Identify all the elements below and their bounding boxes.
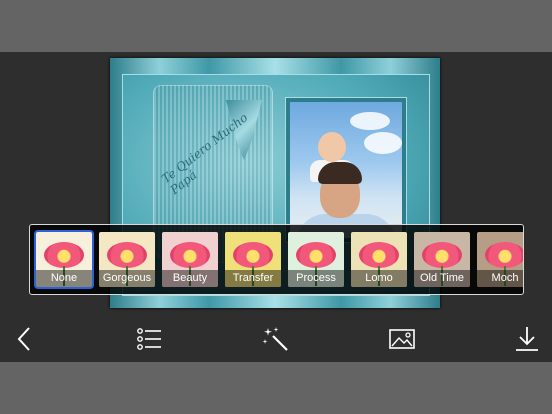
filter-lomo[interactable]: Lomo	[351, 232, 407, 287]
bottom-bar	[0, 362, 552, 414]
filter-gorgeous[interactable]: Gorgeous	[99, 232, 155, 287]
download-icon[interactable]	[512, 324, 542, 354]
dad-hair	[318, 162, 362, 184]
top-bar	[0, 0, 552, 52]
filter-process[interactable]: Process	[288, 232, 344, 287]
filter-strip[interactable]: None Gorgeous Beauty Transfer Process Lo…	[29, 224, 524, 295]
filter-old-time[interactable]: Old Time	[414, 232, 470, 287]
filter-label: Gorgeous	[99, 270, 155, 287]
user-photo[interactable]	[286, 98, 406, 242]
back-chevron-icon[interactable]	[10, 324, 40, 354]
filter-moch[interactable]: Moch	[477, 232, 523, 287]
bottom-toolbar	[0, 314, 552, 362]
filter-label: Transfer	[225, 270, 281, 287]
filter-transfer[interactable]: Transfer	[225, 232, 281, 287]
filter-label: Beauty	[162, 270, 218, 287]
filter-label: Lomo	[351, 270, 407, 287]
filter-beauty[interactable]: Beauty	[162, 232, 218, 287]
list-icon[interactable]	[134, 324, 164, 354]
filter-label: Process	[288, 270, 344, 287]
filter-label: Moch	[477, 270, 523, 287]
filter-label: None	[36, 270, 92, 287]
filter-none[interactable]: None	[36, 232, 92, 287]
cloud-shape	[364, 132, 402, 154]
baby-head	[318, 132, 346, 162]
image-icon[interactable]	[387, 324, 417, 354]
cloud-shape	[350, 112, 390, 130]
filter-label: Old Time	[414, 270, 470, 287]
magic-wand-icon[interactable]	[261, 324, 291, 354]
